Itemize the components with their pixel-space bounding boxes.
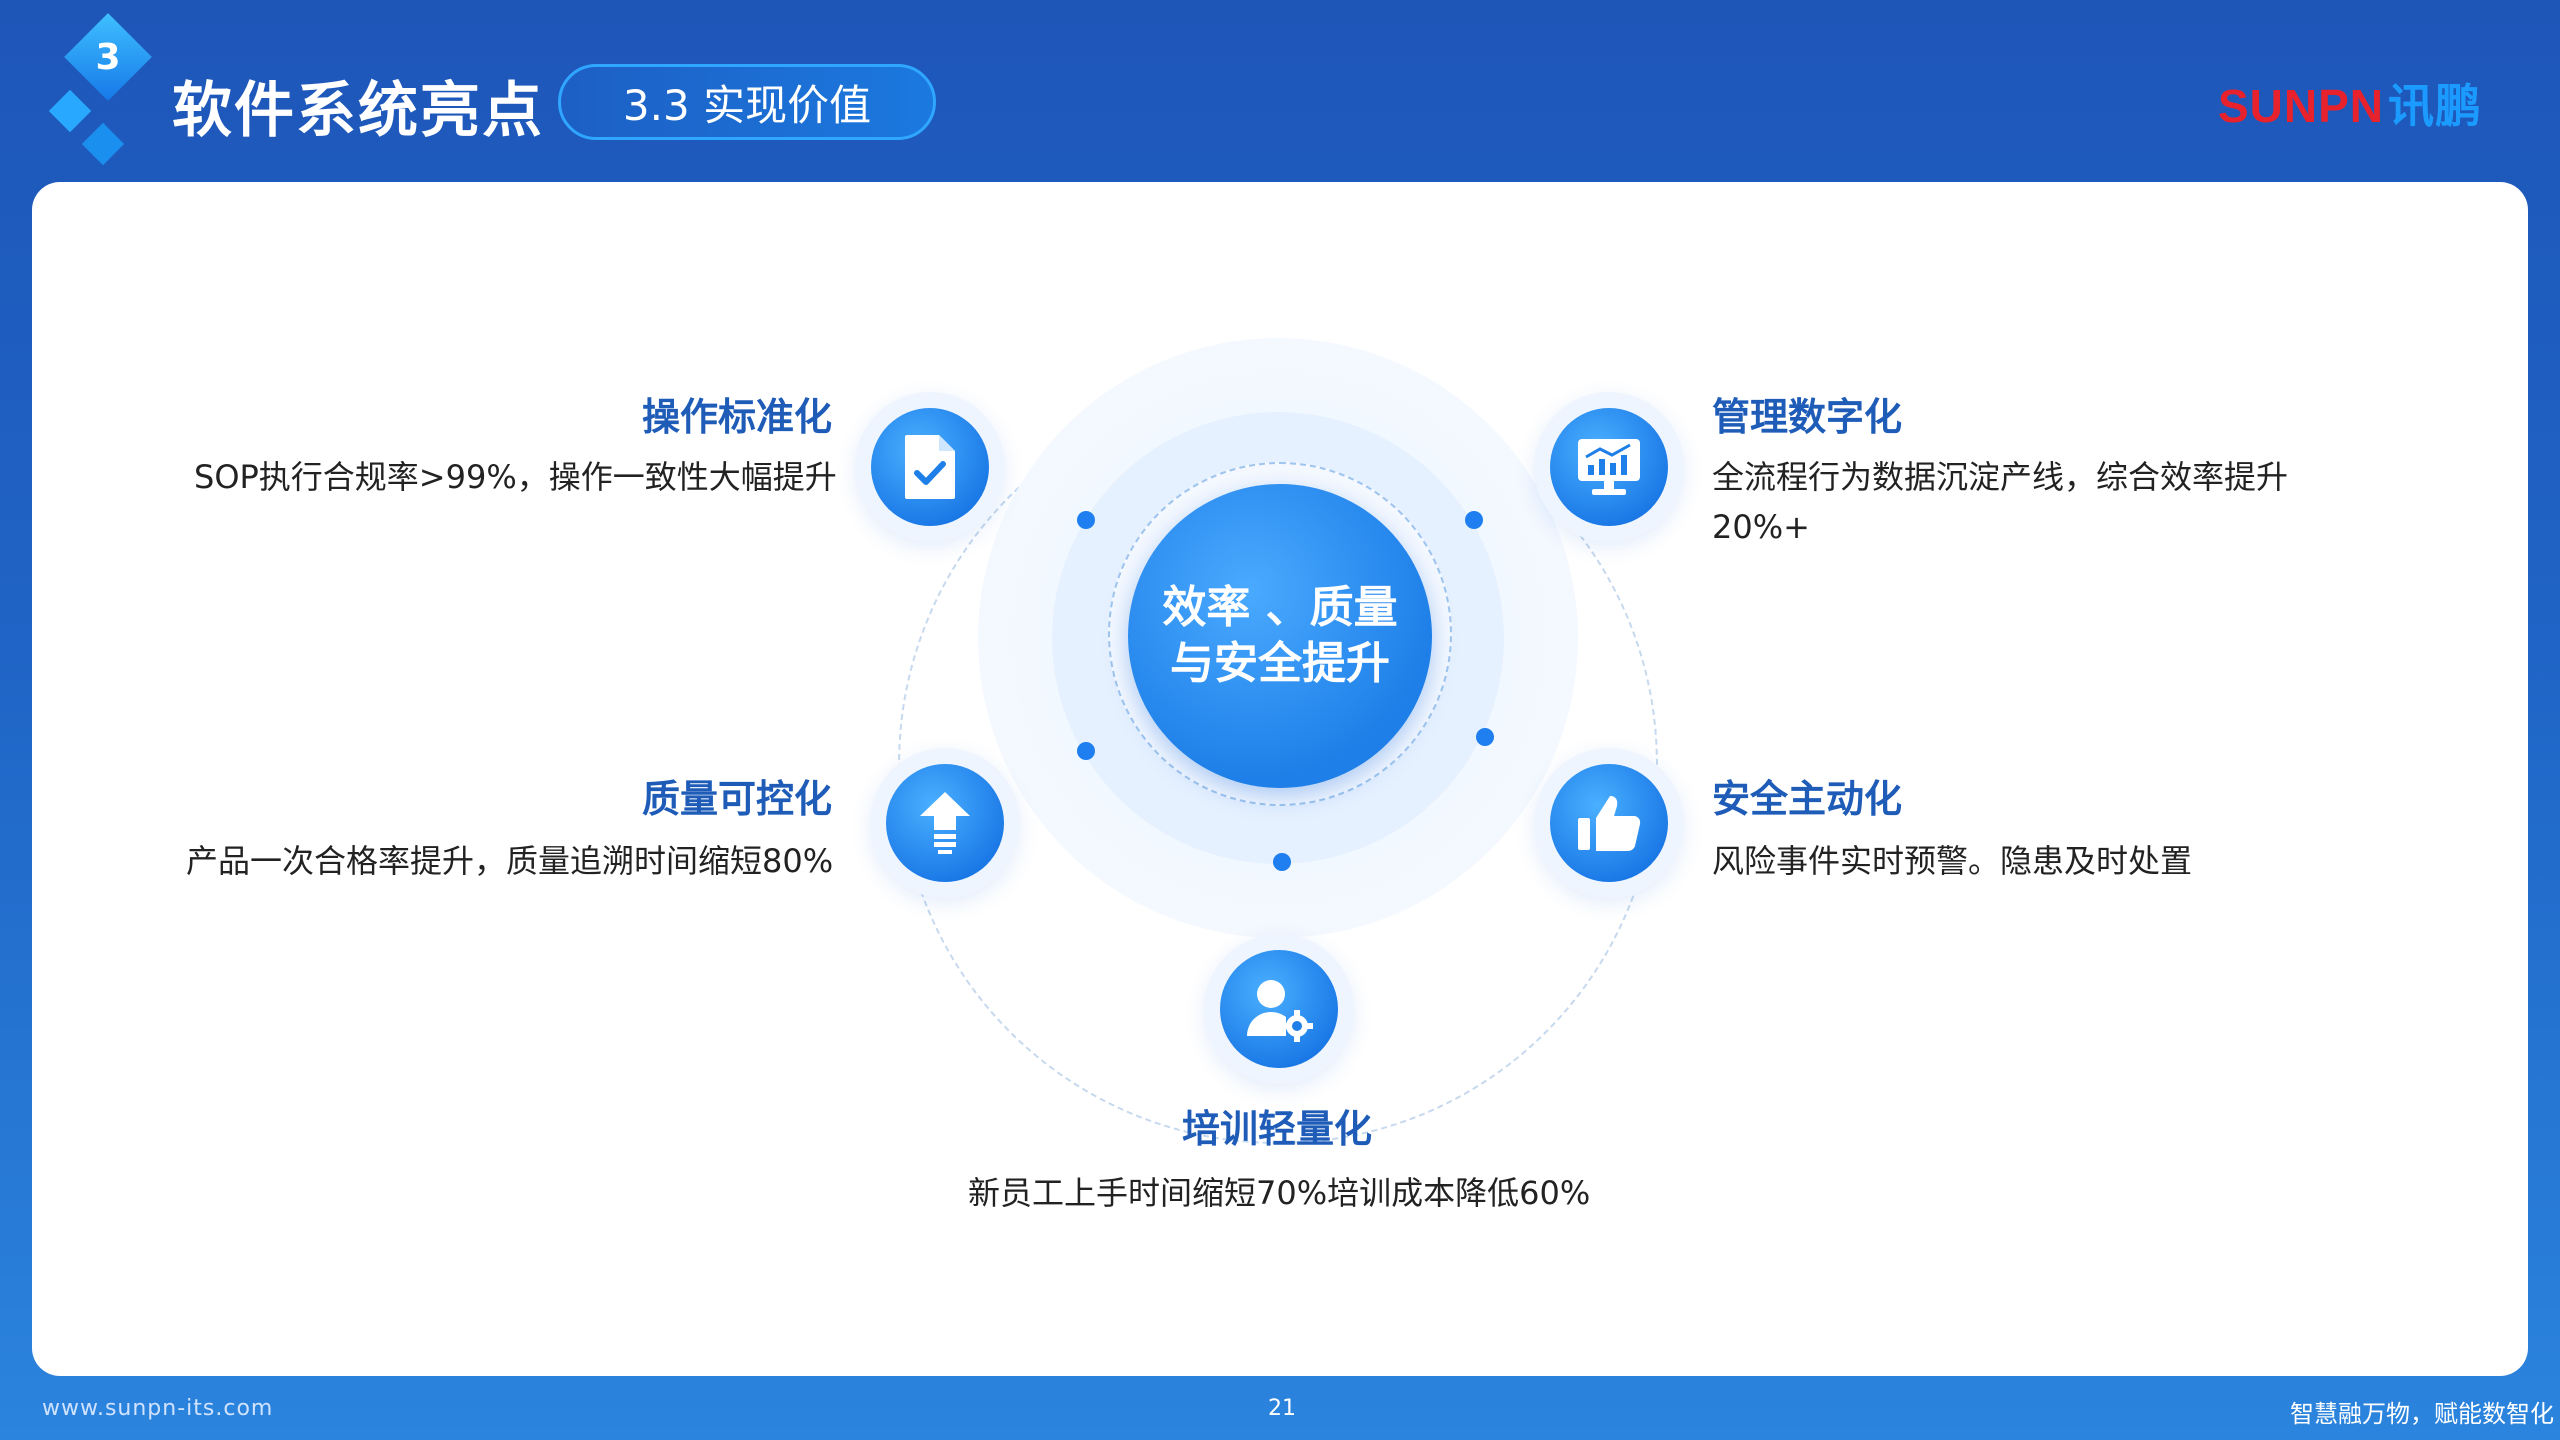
footer-url: www.sunpn-its.com (42, 1396, 274, 1421)
item-desc: SOP执行合规率>99%，操作一致性大幅提升 (194, 458, 837, 496)
logo-cn: 讯鹏 (2388, 80, 2483, 132)
item-icon-wrap (855, 392, 1005, 542)
orbit-dot (1273, 853, 1291, 871)
orbit-dot (1465, 511, 1483, 529)
page-number: 21 (1268, 1396, 1296, 1421)
footer-slogan: 智慧融万物，赋能数智化 (2290, 1400, 2554, 1428)
section-number: 3 (95, 36, 121, 78)
thumbs-up-icon (1550, 764, 1668, 882)
item-desc: 产品一次合格率提升，质量追溯时间缩短80% (186, 842, 834, 880)
item-title: 安全主动化 (1712, 777, 1903, 821)
logo-text: SUNPN (2218, 80, 2385, 132)
item-desc: 风险事件实时预警。隐患及时处置 (1712, 842, 2193, 880)
center-line1: 效率 、质量 (1162, 582, 1398, 633)
item-desc: 新员工上手时间缩短70%培训成本降低60% (968, 1174, 1591, 1212)
item-icon-wrap (1534, 392, 1684, 542)
orbit-dot (1077, 742, 1095, 760)
item-title: 管理数字化 (1712, 395, 1903, 439)
orbit-dot (1476, 728, 1494, 746)
item-title: 操作标准化 (642, 395, 833, 439)
item-title: 质量可控化 (642, 777, 833, 821)
monitor-chart-icon (1550, 408, 1668, 526)
item-title: 培训轻量化 (1182, 1107, 1373, 1151)
item-desc: 20%+ (1712, 508, 1810, 546)
orbit-dot (1077, 511, 1095, 529)
decor-diamond (81, 122, 125, 166)
brand-logo: SUNPN讯鹏 (2218, 70, 2482, 136)
center-line2: 与安全提升 (1170, 638, 1390, 689)
document-check-icon (871, 408, 989, 526)
decor-diamond (48, 89, 92, 133)
user-gear-icon (1220, 950, 1338, 1068)
item-icon-wrap (1204, 934, 1354, 1084)
item-icon-wrap (1534, 748, 1684, 898)
item-icon-wrap (870, 748, 1020, 898)
section-label: 3.3 实现价值 (558, 64, 936, 140)
item-desc: 全流程行为数据沉淀产线，综合效率提升 (1712, 458, 2289, 496)
page-title: 软件系统亮点 (172, 76, 544, 146)
upload-arrow-icon (886, 764, 1004, 882)
center-core: 效率 、质量 与安全提升 (1128, 484, 1432, 788)
